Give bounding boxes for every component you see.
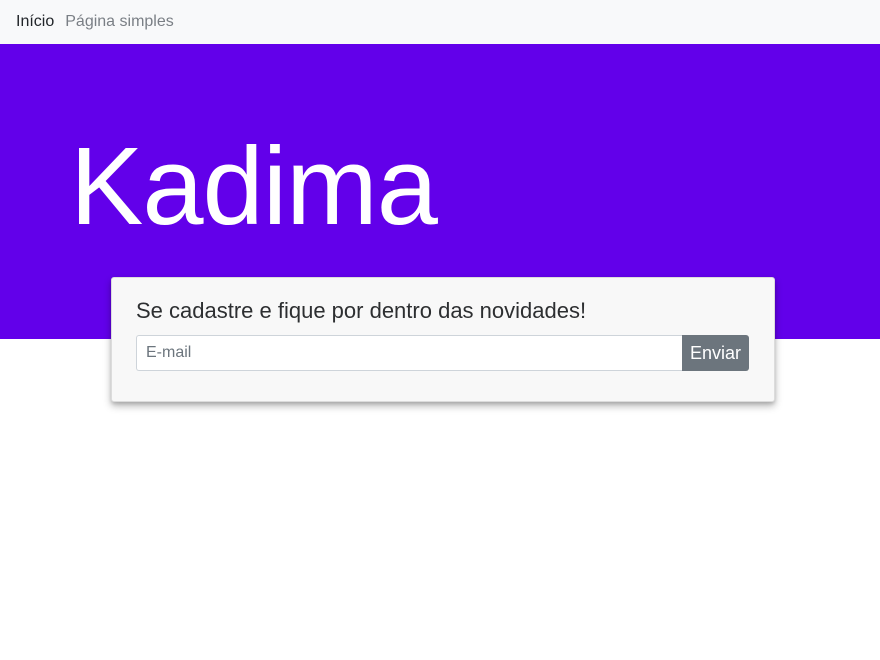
nav-link-inicio[interactable]: Início — [16, 14, 54, 30]
submit-button[interactable]: Enviar — [682, 335, 749, 371]
hero-title: Kadima — [70, 125, 438, 248]
signup-card: Se cadastre e fique por dentro das novid… — [111, 277, 775, 402]
nav-link-pagina-simples[interactable]: Página simples — [65, 14, 174, 30]
signup-heading: Se cadastre e fique por dentro das novid… — [136, 298, 587, 323]
email-input[interactable] — [136, 335, 682, 371]
signup-form: Enviar — [136, 335, 749, 371]
navbar: Início Página simples — [0, 0, 880, 44]
